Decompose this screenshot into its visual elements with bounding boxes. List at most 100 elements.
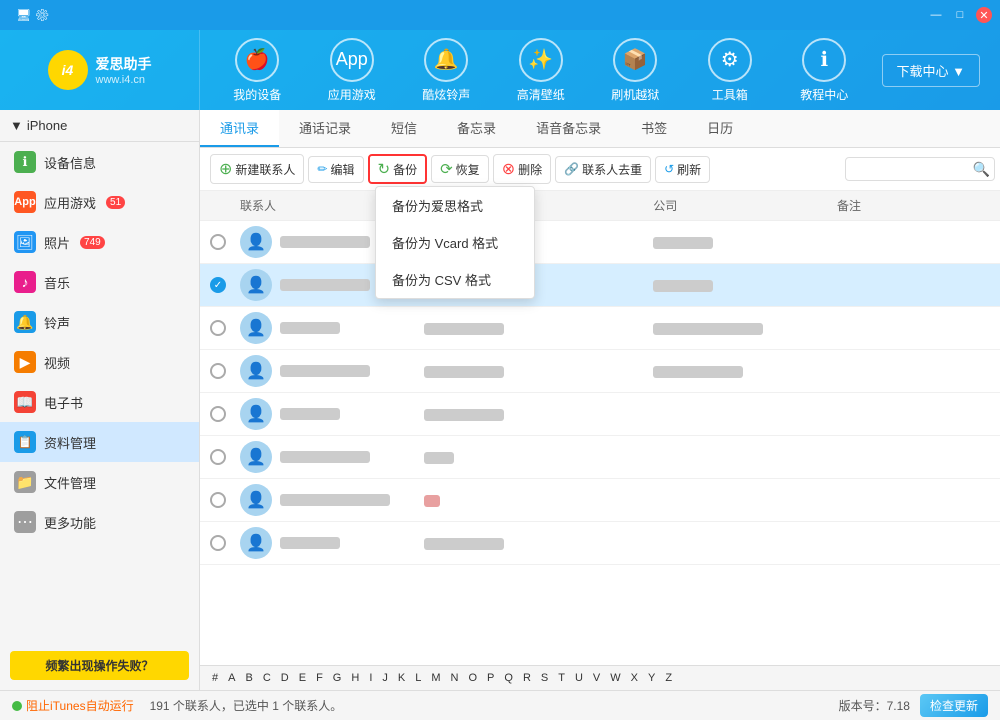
row-checkbox[interactable] bbox=[210, 406, 226, 422]
backup-button[interactable]: ↻ 备份 bbox=[368, 154, 428, 184]
sidebar-item-ebook[interactable]: 📖 电子书 bbox=[0, 382, 199, 422]
alpha-w[interactable]: W bbox=[606, 670, 624, 686]
table-row[interactable]: 👤 bbox=[200, 436, 1000, 479]
tab-bookmarks[interactable]: 书签 bbox=[621, 110, 687, 147]
avatar: 👤 bbox=[240, 441, 272, 473]
alpha-x[interactable]: X bbox=[627, 670, 642, 686]
alpha-r[interactable]: R bbox=[519, 670, 535, 686]
tab-notes[interactable]: 备忘录 bbox=[437, 110, 516, 147]
alpha-u[interactable]: U bbox=[571, 670, 587, 686]
alpha-q[interactable]: Q bbox=[500, 670, 517, 686]
table-row[interactable]: 👤 bbox=[200, 307, 1000, 350]
alpha-n[interactable]: N bbox=[447, 670, 463, 686]
alpha-v[interactable]: V bbox=[589, 670, 604, 686]
alpha-o[interactable]: O bbox=[464, 670, 481, 686]
tab-call-log[interactable]: 通话记录 bbox=[279, 110, 371, 147]
tab-voice-memo[interactable]: 语音备忘录 bbox=[516, 110, 621, 147]
jailbreak-icon: 📦 bbox=[613, 38, 657, 82]
company-name bbox=[653, 366, 743, 378]
restore-button[interactable]: ⟳ 恢复 bbox=[431, 155, 489, 183]
sidebar-item-device-info[interactable]: ℹ 设备信息 bbox=[0, 142, 199, 182]
nav-tutorial[interactable]: ℹ 教程中心 bbox=[789, 38, 859, 103]
sidebar-label-photos: 照片 bbox=[44, 233, 70, 252]
table-row[interactable]: 👤 bbox=[200, 350, 1000, 393]
row-checkbox[interactable]: ✓ bbox=[210, 277, 226, 293]
sidebar-item-apps[interactable]: App 应用游戏 51 bbox=[0, 182, 199, 222]
toolbox-icon: ⚙ bbox=[708, 38, 752, 82]
tab-sms[interactable]: 短信 bbox=[371, 110, 437, 147]
alpha-z[interactable]: Z bbox=[661, 670, 676, 686]
itunes-label: 阻止iTunes自动运行 bbox=[26, 697, 134, 714]
alpha-m[interactable]: M bbox=[427, 670, 444, 686]
minimize-btn[interactable]: — bbox=[928, 7, 944, 23]
nav-wallpaper[interactable]: ✨ 高清壁纸 bbox=[506, 38, 576, 103]
table-row[interactable]: 👤 bbox=[200, 221, 1000, 264]
toolbar: ⊕ 新建联系人 ✏ 编辑 ↻ 备份 ⟳ 恢复 ⊗ 删除 🔗 联系人去重 bbox=[200, 148, 1000, 191]
alpha-f[interactable]: F bbox=[312, 670, 327, 686]
backup-vcard-format[interactable]: 备份为 Vcard 格式 bbox=[376, 224, 534, 261]
row-checkbox[interactable] bbox=[210, 449, 226, 465]
row-checkbox[interactable] bbox=[210, 320, 226, 336]
alpha-g[interactable]: G bbox=[329, 670, 346, 686]
alpha-y[interactable]: Y bbox=[644, 670, 659, 686]
alpha-i[interactable]: I bbox=[365, 670, 376, 686]
sidebar-item-more[interactable]: ⋯ 更多功能 bbox=[0, 502, 199, 542]
table-row[interactable]: 👤 bbox=[200, 479, 1000, 522]
content-area: 通讯录 通话记录 短信 备忘录 语音备忘录 书签 日历 ⊕ 新建联系人 ✏ 编辑… bbox=[200, 110, 1000, 690]
alpha-d[interactable]: D bbox=[277, 670, 293, 686]
alpha-a[interactable]: A bbox=[224, 670, 239, 686]
header: i4 爱思助手 www.i4.cn 🍎 我的设备 App 应用游戏 🔔 酷炫铃声… bbox=[0, 30, 1000, 110]
sidebar-item-photos[interactable]: 🖼 照片 749 bbox=[0, 222, 199, 262]
new-contact-button[interactable]: ⊕ 新建联系人 bbox=[210, 154, 304, 184]
nav-apps[interactable]: App 应用游戏 bbox=[317, 38, 387, 103]
nav-ringtone[interactable]: 🔔 酷炫铃声 bbox=[411, 38, 481, 103]
alpha-s[interactable]: S bbox=[537, 670, 552, 686]
tab-calendar[interactable]: 日历 bbox=[687, 110, 753, 147]
tab-contacts[interactable]: 通讯录 bbox=[200, 110, 279, 147]
merge-button[interactable]: 🔗 联系人去重 bbox=[555, 156, 651, 183]
maximize-btn[interactable]: □ bbox=[952, 7, 968, 23]
edit-button[interactable]: ✏ 编辑 bbox=[308, 156, 363, 183]
frequent-fail-button[interactable]: 频繁出现操作失败？ bbox=[10, 651, 189, 680]
sidebar-item-video[interactable]: ▶ 视频 bbox=[0, 342, 199, 382]
row-checkbox[interactable] bbox=[210, 492, 226, 508]
alpha-hash[interactable]: # bbox=[208, 670, 222, 686]
table-row[interactable]: ✓ 👤 bbox=[200, 264, 1000, 307]
row-checkbox[interactable] bbox=[210, 363, 226, 379]
alpha-p[interactable]: P bbox=[483, 670, 498, 686]
sidebar-item-file-mgmt[interactable]: 📁 文件管理 bbox=[0, 462, 199, 502]
backup-aisi-format[interactable]: 备份为爱思格式 bbox=[376, 187, 534, 224]
alpha-l[interactable]: L bbox=[411, 670, 425, 686]
sidebar-label-data-mgmt: 资料管理 bbox=[44, 433, 96, 452]
nav-toolbox[interactable]: ⚙ 工具箱 bbox=[695, 38, 765, 103]
photos-icon: 🖼 bbox=[14, 231, 36, 253]
table-row[interactable]: 👤 bbox=[200, 522, 1000, 565]
alpha-c[interactable]: C bbox=[259, 670, 275, 686]
phone-number bbox=[424, 409, 504, 421]
alpha-k[interactable]: K bbox=[394, 670, 409, 686]
photos-badge: 749 bbox=[80, 236, 105, 249]
check-update-button[interactable]: 检查更新 bbox=[920, 694, 988, 717]
sidebar-item-ringtone[interactable]: 🔔 铃声 bbox=[0, 302, 199, 342]
row-checkbox[interactable] bbox=[210, 234, 226, 250]
nav-jailbreak[interactable]: 📦 刷机越狱 bbox=[600, 38, 670, 103]
refresh-button[interactable]: ↺ 刷新 bbox=[655, 156, 710, 183]
alpha-t[interactable]: T bbox=[554, 670, 569, 686]
sidebar: ▼ iPhone ℹ 设备信息 App 应用游戏 51 🖼 照片 749 ♪ 音… bbox=[0, 110, 200, 690]
sidebar-item-music[interactable]: ♪ 音乐 bbox=[0, 262, 199, 302]
sidebar-label-ringtone: 铃声 bbox=[44, 313, 70, 332]
backup-csv-format[interactable]: 备份为 CSV 格式 bbox=[376, 261, 534, 298]
delete-button[interactable]: ⊗ 删除 bbox=[493, 154, 551, 184]
download-center-button[interactable]: 下载中心 ▼ bbox=[882, 54, 980, 87]
alpha-b[interactable]: B bbox=[241, 670, 256, 686]
contact-name bbox=[280, 279, 370, 291]
close-btn[interactable]: ✕ bbox=[976, 7, 992, 23]
row-checkbox[interactable] bbox=[210, 535, 226, 551]
table-row[interactable]: 👤 bbox=[200, 393, 1000, 436]
alpha-j[interactable]: J bbox=[378, 670, 392, 686]
logo-text: 爱思助手 bbox=[96, 54, 152, 74]
alpha-e[interactable]: E bbox=[295, 670, 310, 686]
nav-my-device[interactable]: 🍎 我的设备 bbox=[222, 38, 292, 103]
sidebar-item-data-mgmt[interactable]: 📋 资料管理 bbox=[0, 422, 199, 462]
alpha-h[interactable]: H bbox=[347, 670, 363, 686]
